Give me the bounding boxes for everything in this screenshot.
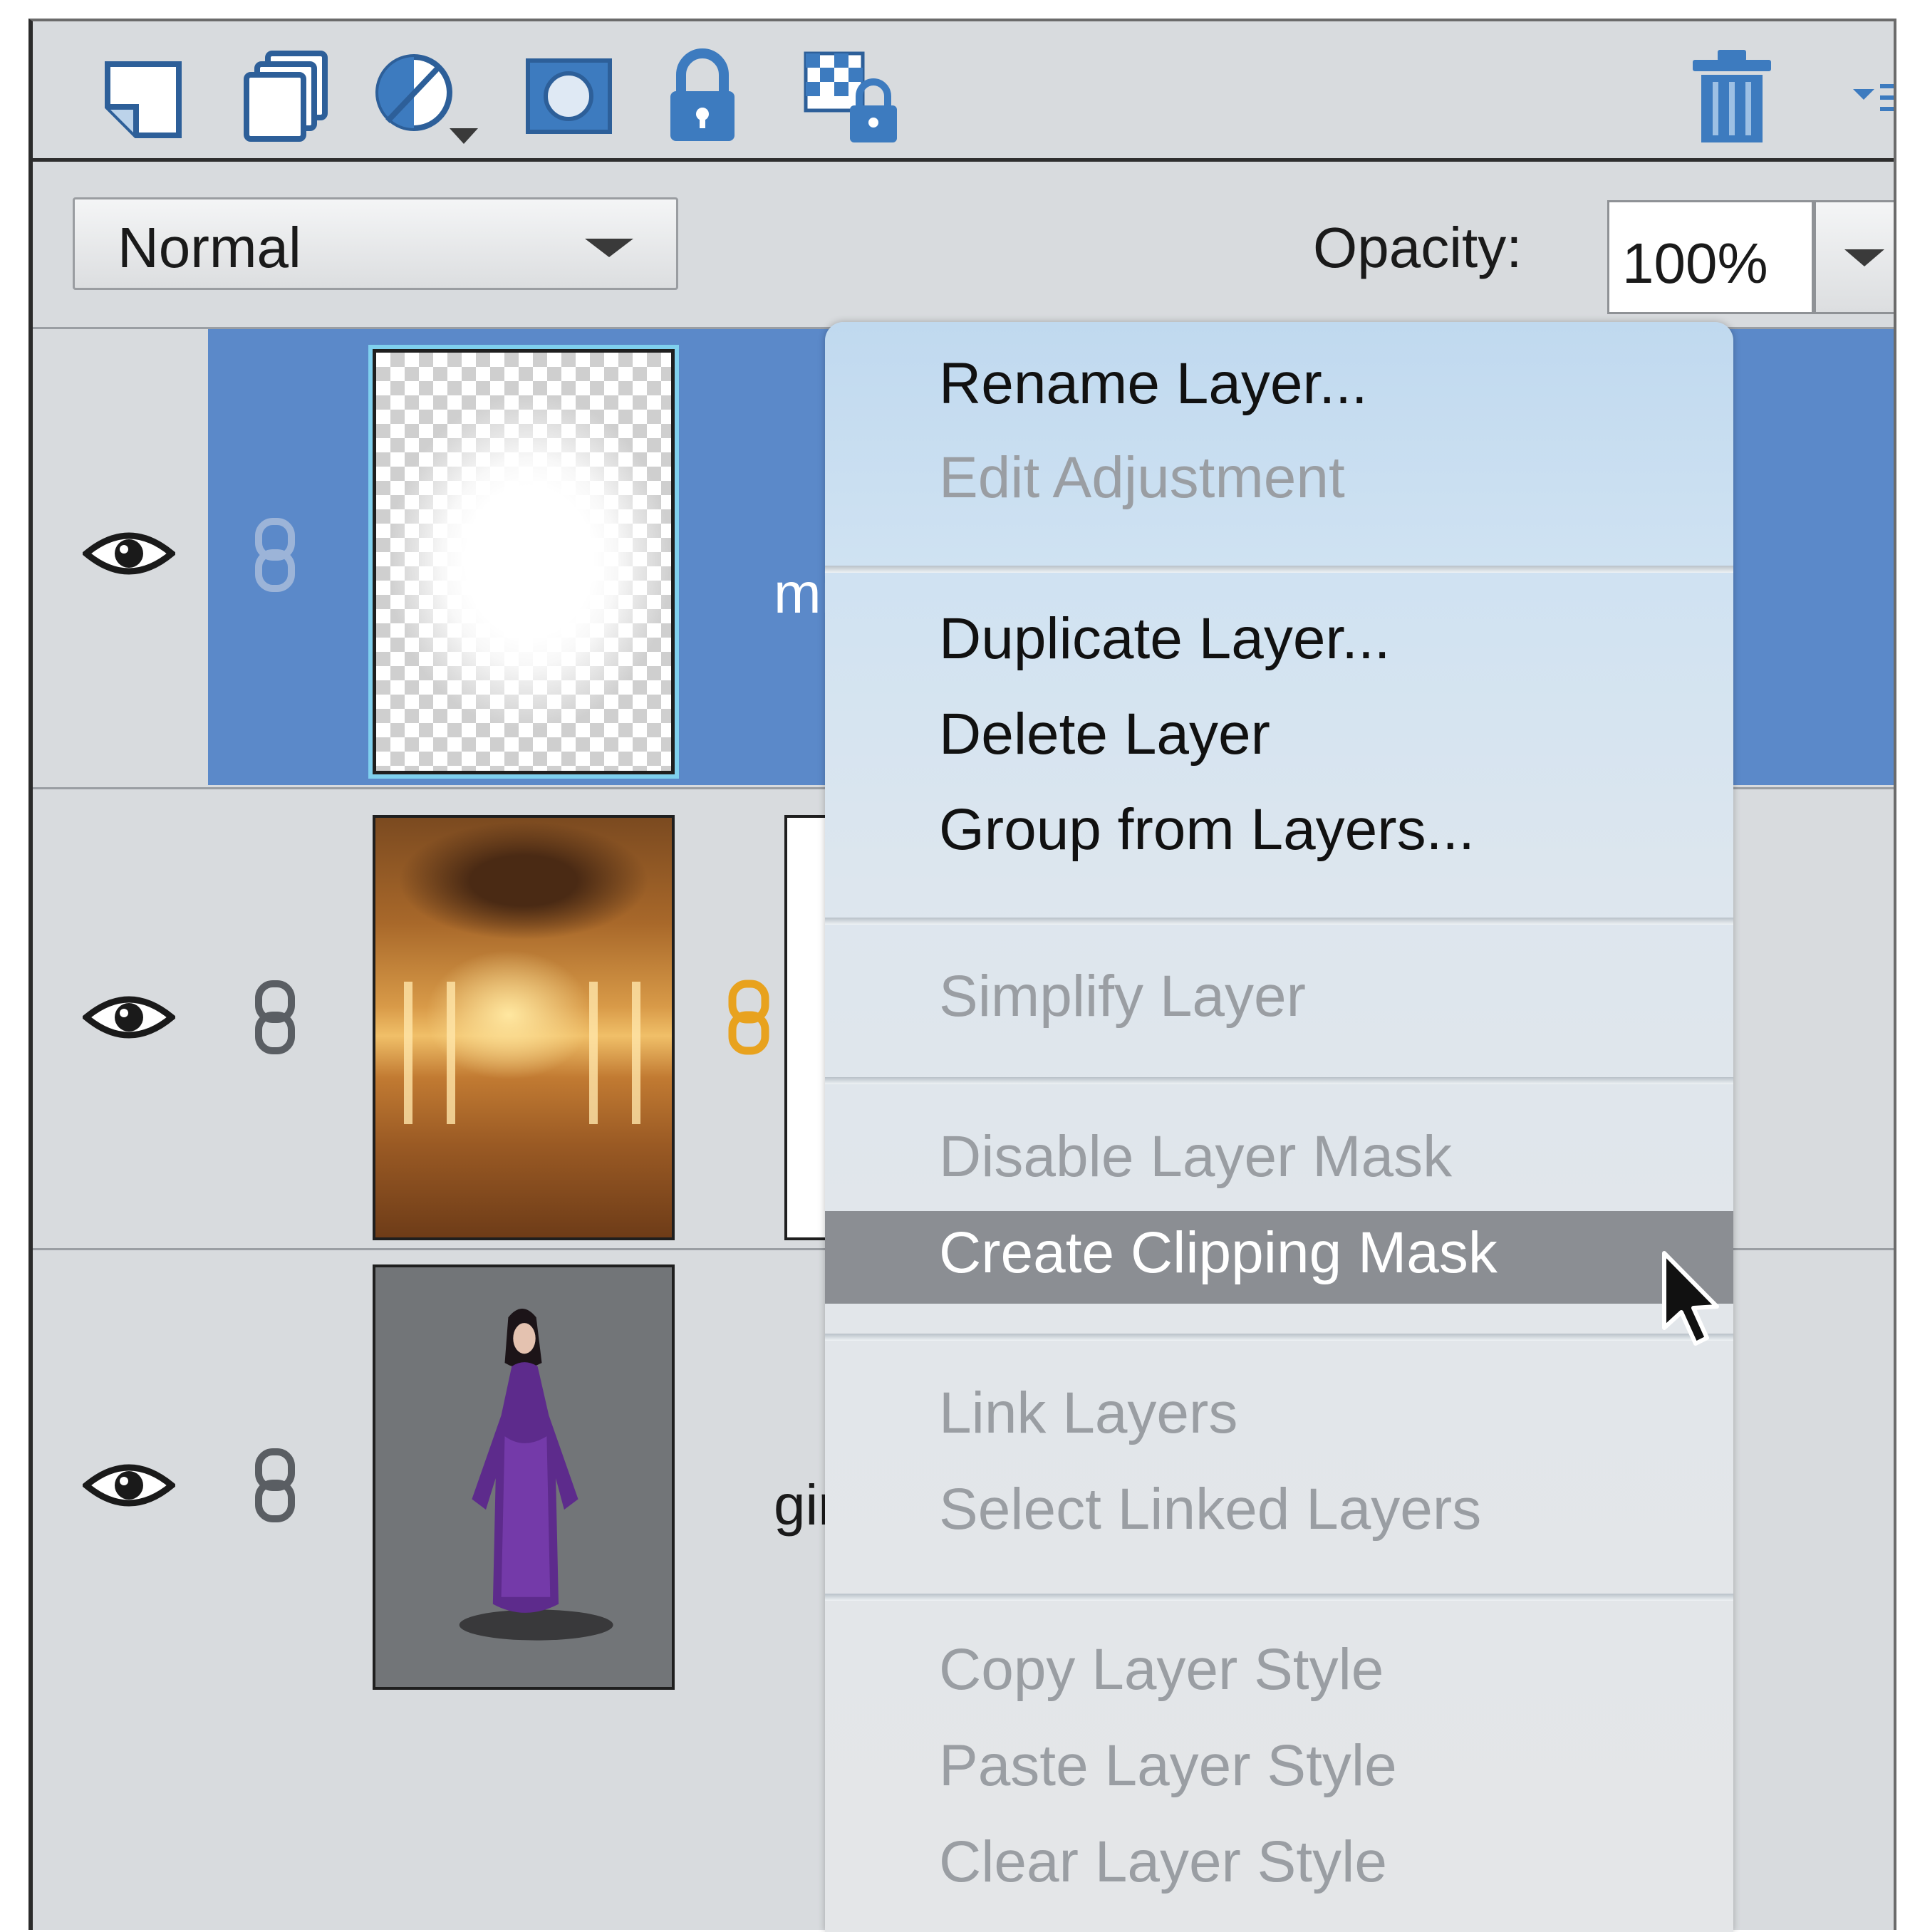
pillar — [404, 982, 412, 1124]
menu-item-delete-layer[interactable]: Delete Layer — [939, 701, 1270, 768]
menu-item-disable-layer-mask: Disable Layer Mask — [939, 1124, 1453, 1189]
girl-figure — [459, 1309, 613, 1641]
menu-separator — [825, 1594, 1733, 1601]
chevron-down-icon — [1844, 249, 1884, 266]
new-group-icon[interactable] — [232, 43, 332, 150]
opacity-label: Opacity: — [1313, 216, 1522, 279]
link-icon[interactable] — [250, 978, 300, 1056]
menu-item-edit-adjustment: Edit Adjustment — [939, 445, 1345, 510]
eye-icon[interactable] — [81, 1457, 177, 1514]
eye-icon[interactable] — [81, 525, 177, 582]
trash-icon[interactable] — [1678, 43, 1785, 150]
menu-item-link-layers: Link Layers — [939, 1381, 1238, 1445]
opacity-dropdown-button[interactable] — [1814, 200, 1894, 314]
menu-item-select-linked-layers: Select Linked Layers — [939, 1477, 1482, 1542]
pillar — [632, 982, 640, 1124]
adjustment-layer-icon[interactable] — [368, 43, 489, 150]
menu-separator — [825, 1077, 1733, 1084]
menu-item-simplify-layer: Simplify Layer — [939, 964, 1306, 1029]
layers-toolbar — [33, 21, 1894, 162]
layer-thumbnail[interactable] — [373, 349, 675, 774]
menu-separator — [825, 566, 1733, 573]
panel-menu-icon[interactable] — [1839, 43, 1894, 150]
eye-icon[interactable] — [81, 989, 177, 1046]
menu-item-duplicate-layer[interactable]: Duplicate Layer... — [939, 606, 1391, 672]
pillar — [589, 982, 598, 1124]
link-icon[interactable] — [250, 516, 300, 594]
menu-item-rename-layer[interactable]: Rename Layer... — [939, 350, 1368, 417]
opacity-input[interactable]: 100% — [1607, 200, 1814, 314]
lock-all-icon[interactable] — [653, 43, 752, 150]
menu-item-copy-layer-style: Copy Layer Style — [939, 1637, 1384, 1702]
chevron-down-icon — [585, 239, 633, 257]
options-bar: Normal Opacity: 100% — [33, 162, 1894, 329]
menu-item-paste-layer-style: Paste Layer Style — [939, 1733, 1397, 1798]
menu-separator — [825, 1334, 1733, 1341]
layer-context-menu: Rename Layer... Edit Adjustment Duplicat… — [825, 322, 1733, 1932]
blend-mode-value: Normal — [118, 216, 301, 279]
add-mask-icon[interactable] — [517, 43, 617, 150]
menu-item-group-from-layers[interactable]: Group from Layers... — [939, 796, 1475, 863]
menu-item-create-clipping-mask[interactable]: Create Clipping Mask — [939, 1220, 1498, 1287]
link-icon[interactable] — [250, 1446, 300, 1525]
layer-thumbnail[interactable] — [373, 815, 675, 1240]
mask-link-icon[interactable] — [724, 978, 774, 1056]
blend-mode-dropdown[interactable]: Normal — [73, 197, 678, 290]
opacity-value: 100% — [1622, 232, 1768, 295]
glow-preview — [376, 353, 671, 771]
mouse-pointer-icon — [1659, 1250, 1723, 1349]
layer-thumbnail[interactable] — [373, 1264, 675, 1690]
menu-separator — [825, 918, 1733, 925]
new-layer-icon[interactable] — [93, 43, 193, 150]
pillar — [447, 982, 455, 1124]
lock-transparency-icon[interactable] — [791, 43, 913, 150]
menu-item-clear-layer-style: Clear Layer Style — [939, 1829, 1387, 1894]
